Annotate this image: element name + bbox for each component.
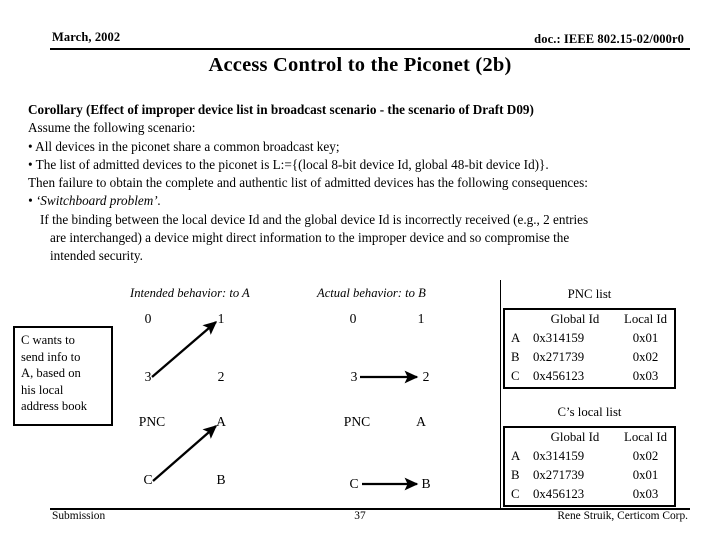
- intended-node-3: 3: [144, 369, 152, 384]
- actual-node-2: 2: [422, 369, 430, 384]
- arrow-c-to-a: [152, 425, 218, 482]
- body-line-switchboard: • ‘Switchboard problem’.: [28, 192, 712, 210]
- table-row: B 0x271739 0x01: [505, 466, 674, 485]
- footer-author: Rene Struik, Certicom Corp.: [557, 510, 688, 522]
- header-divider: [50, 48, 690, 50]
- clocal-r0-global-id: 0x314159: [533, 449, 585, 463]
- pnc-col-global-id: Global Id: [550, 312, 600, 326]
- table-row: A 0x314159 0x02: [505, 447, 674, 466]
- intended-node-c: C: [143, 472, 153, 487]
- clocal-r1-label: B: [511, 468, 520, 482]
- c-local-list-caption: C’s local list: [557, 405, 622, 419]
- switchboard-italic-text: • ‘Switchboard problem’.: [28, 193, 161, 209]
- clocal-r1-global-id: 0x271739: [533, 468, 585, 482]
- page-title: Access Control to the Piconet (2b): [208, 54, 512, 76]
- clocal-r2-local-id: 0x03: [632, 487, 659, 501]
- body-line-bullet-key: • All devices in the piconet share a com…: [28, 138, 340, 154]
- slide-canvas: March, 2002 doc.: IEEE 802.15-02/000r0 A…: [0, 0, 720, 540]
- pnc-r0-label: A: [511, 331, 521, 345]
- intended-node-2: 2: [217, 369, 225, 384]
- table-row: B 0x271739 0x02: [505, 348, 674, 367]
- panel-divider: [500, 280, 501, 508]
- explanation-line-2: send info to: [21, 349, 81, 364]
- intended-node-0: 0: [144, 311, 152, 326]
- actual-diagram-title: Actual behavior: to B: [317, 286, 426, 300]
- explanation-line-4: his local: [21, 382, 64, 397]
- body-text-block: Corollary (Effect of improper device lis…: [28, 101, 712, 266]
- pnc-r0-local-id: 0x01: [632, 331, 659, 345]
- body-line-assume: Assume the following scenario:: [28, 120, 196, 136]
- actual-node-0: 0: [349, 311, 357, 326]
- body-line-binding-2: are interchanged) a device might direct …: [50, 230, 570, 246]
- arrow-3-to-1: [151, 321, 218, 378]
- header-date: March, 2002: [52, 30, 121, 44]
- clocal-r2-label: C: [511, 487, 520, 501]
- intended-node-a: A: [216, 414, 226, 429]
- c-local-list-table: Global Id Local Id A 0x314159 0x02 B 0x2…: [503, 426, 676, 507]
- actual-node-3: 3: [350, 369, 358, 384]
- pnc-r2-global-id: 0x456123: [533, 369, 585, 383]
- body-line-binding-3: intended security.: [50, 248, 143, 264]
- header-doc-number: doc.: IEEE 802.15-02/000r0: [534, 32, 684, 46]
- body-line-then-failure: Then failure to obtain the complete and …: [28, 175, 588, 191]
- pnc-r0-global-id: 0x314159: [533, 331, 585, 345]
- intended-node-1: 1: [217, 311, 225, 326]
- pnc-r1-global-id: 0x271739: [533, 350, 585, 364]
- table-row: C 0x456123 0x03: [505, 367, 674, 386]
- actual-node-b: B: [421, 476, 431, 491]
- table-header-row: Global Id Local Id: [505, 310, 674, 329]
- explanation-box: C wants to send info to A, based on his …: [13, 326, 113, 426]
- intended-node-b: B: [216, 472, 226, 487]
- actual-node-pnc: PNC: [343, 414, 371, 429]
- actual-node-1: 1: [417, 311, 425, 326]
- clocal-r0-local-id: 0x02: [632, 449, 659, 463]
- clocal-r0-label: A: [511, 449, 521, 463]
- pnc-list-table: Global Id Local Id A 0x314159 0x01 B 0x2…: [503, 308, 676, 389]
- clocal-col-local-id: Local Id: [624, 430, 667, 444]
- pnc-col-local-id: Local Id: [624, 312, 667, 326]
- intended-node-pnc: PNC: [138, 414, 166, 429]
- pnc-r2-local-id: 0x03: [632, 369, 659, 383]
- pnc-r2-label: C: [511, 369, 520, 383]
- actual-node-a: A: [416, 414, 426, 429]
- body-line-binding-1: If the binding between the local device …: [40, 211, 589, 227]
- explanation-line-5: address book: [21, 399, 88, 414]
- explanation-line-1: C wants to: [21, 333, 75, 347]
- intended-diagram-title: Intended behavior: to A: [130, 286, 250, 300]
- body-line-corollary: Corollary (Effect of improper device lis…: [28, 102, 534, 117]
- actual-node-c: C: [349, 476, 359, 491]
- pnc-col-blank: [505, 310, 533, 329]
- table-row: C 0x456123 0x03: [505, 485, 674, 504]
- clocal-r1-local-id: 0x01: [632, 468, 659, 482]
- pnc-list-caption: PNC list: [567, 287, 612, 301]
- pnc-r1-local-id: 0x02: [632, 350, 659, 364]
- clocal-col-blank: [505, 428, 533, 447]
- table-row: A 0x314159 0x01: [505, 329, 674, 348]
- explanation-line-3: A, based on: [21, 366, 81, 381]
- pnc-r1-label: B: [511, 350, 520, 364]
- body-line-bullet-list: • The list of admitted devices to the pi…: [28, 156, 549, 172]
- table-header-row: Global Id Local Id: [505, 428, 674, 447]
- clocal-r2-global-id: 0x456123: [533, 487, 585, 501]
- clocal-col-global-id: Global Id: [550, 430, 600, 444]
